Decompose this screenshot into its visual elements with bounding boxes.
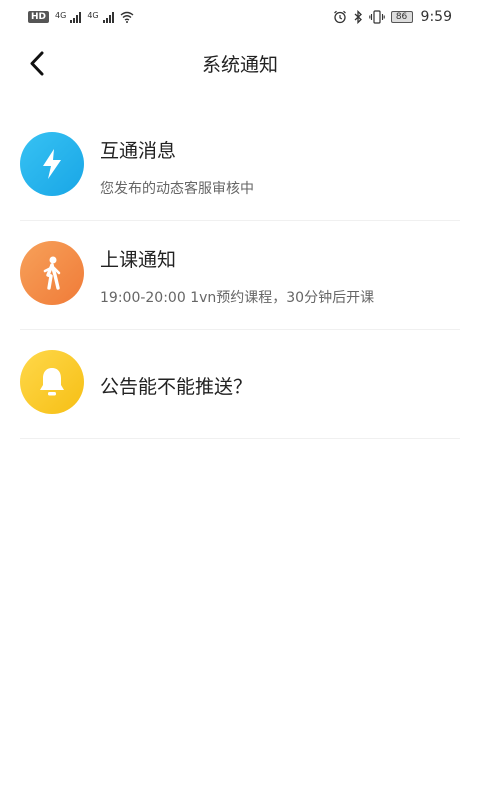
bell-icon [40,368,64,396]
notification-item-announcement[interactable]: 公告能不能推送？ [20,330,460,439]
notification-item-interconnect[interactable]: 互通消息 您发布的动态客服审核中 [20,112,460,221]
notification-title: 公告能不能推送？ [100,376,253,398]
signal-1-label: 4G [55,11,67,20]
notification-item-class[interactable]: 上课通知 19:00-20:00 1vn预约课程，30分钟后开课 [20,221,460,330]
notification-avatar [20,350,84,414]
status-left: HD 4G 4G [28,11,134,23]
bluetooth-icon [354,10,362,24]
notification-subtitle: 19:00-20:00 1vn预约课程，30分钟后开课 [100,290,375,306]
vibrate-icon [368,10,385,24]
status-bar: HD 4G 4G 86 9:59 [0,0,480,34]
status-time: 9:59 [420,9,452,25]
notification-avatar [20,132,84,196]
alarm-icon [333,10,346,24]
status-right: 86 9:59 [333,9,452,25]
hd-icon: HD [28,11,50,23]
nav-bar: 系统通知 [0,34,480,92]
notification-title: 上课通知 [100,249,177,271]
lightning-icon [43,149,61,179]
wifi-icon [120,11,134,23]
battery-icon: 86 [390,11,413,23]
notification-avatar [20,241,84,305]
notification-subtitle: 您发布的动态客服审核中 [100,181,254,197]
notification-title: 互通消息 [100,140,177,162]
signal-icon-2 [102,11,114,23]
signal-2-label: 4G [87,11,99,20]
walking-person-icon [43,256,61,290]
notification-list: 互通消息 您发布的动态客服审核中 上课通知 19:00-20:00 1vn预约课… [20,112,460,439]
page-title: 系统通知 [201,54,278,76]
signal-icon [70,11,82,23]
